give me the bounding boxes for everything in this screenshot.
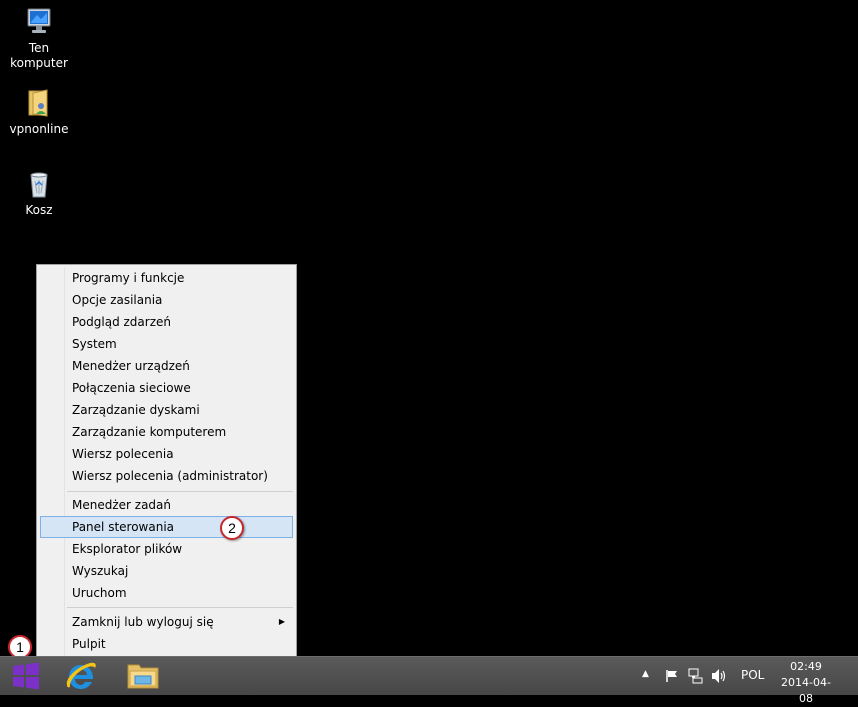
- menu-item-system[interactable]: System: [40, 333, 293, 355]
- menu-item-label: System: [72, 337, 117, 351]
- menu-item-event-viewer[interactable]: Podgląd zdarzeń: [40, 311, 293, 333]
- action-center-button[interactable]: [664, 657, 680, 695]
- menu-item-run[interactable]: Uruchom: [40, 582, 293, 604]
- menu-item-task-manager[interactable]: Menedżer zadań: [40, 494, 293, 516]
- menu-item-label: Połączenia sieciowe: [72, 381, 191, 395]
- volume-button[interactable]: [710, 657, 728, 695]
- start-icon: [13, 662, 39, 690]
- chevron-up-icon: ▲: [642, 669, 649, 679]
- menu-item-programs-features[interactable]: Programy i funkcje: [40, 267, 293, 289]
- desktop-icon-label: vpnonline: [9, 122, 69, 136]
- menu-separator: [67, 491, 293, 492]
- menu-item-search[interactable]: Wyszukaj: [40, 560, 293, 582]
- menu-separator: [67, 607, 293, 608]
- start-button[interactable]: [0, 657, 52, 695]
- menu-item-label: Uruchom: [72, 586, 127, 600]
- menu-item-label: Zarządzanie komputerem: [72, 425, 227, 439]
- menu-item-label: Zamknij lub wyloguj się: [72, 615, 214, 629]
- menu-item-label: Pulpit: [72, 637, 106, 651]
- speaker-icon: [712, 669, 726, 683]
- desktop-icon-vpnonline[interactable]: vpnonline: [1, 87, 77, 137]
- taskbar: ▲ POL 02:49 2014-04-08: [0, 656, 858, 705]
- menu-item-label: Programy i funkcje: [72, 271, 185, 285]
- menu-item-command-prompt[interactable]: Wiersz polecenia: [40, 443, 293, 465]
- menu-item-label: Opcje zasilania: [72, 293, 163, 307]
- winx-context-menu: Programy i funkcje Opcje zasilania Podgl…: [36, 264, 297, 659]
- network-button[interactable]: [686, 657, 704, 695]
- menu-item-computer-management[interactable]: Zarządzanie komputerem: [40, 421, 293, 443]
- recycle-bin-icon: [30, 172, 48, 198]
- network-icon: [688, 668, 703, 684]
- menu-item-disk-management[interactable]: Zarządzanie dyskami: [40, 399, 293, 421]
- menu-item-device-manager[interactable]: Menedżer urządzeń: [40, 355, 293, 377]
- menu-item-label: Wyszukaj: [72, 564, 129, 578]
- menu-item-desktop[interactable]: Pulpit: [40, 633, 293, 655]
- taskbar-internet-explorer[interactable]: [56, 657, 106, 695]
- menu-item-network-connections[interactable]: Połączenia sieciowe: [40, 377, 293, 399]
- menu-item-label: Wiersz polecenia: [72, 447, 174, 461]
- desktop-icon-label: Kosz: [25, 203, 53, 217]
- clock-time: 02:49: [790, 660, 822, 673]
- menu-item-control-panel[interactable]: Panel sterowania: [40, 516, 293, 538]
- desktop-icon-label: komputer: [10, 56, 68, 70]
- menu-item-command-prompt-admin[interactable]: Wiersz polecenia (administrator): [40, 465, 293, 487]
- menu-item-power-options[interactable]: Opcje zasilania: [40, 289, 293, 311]
- menu-item-label: Zarządzanie dyskami: [72, 403, 200, 417]
- menu-item-label: Eksplorator plików: [72, 542, 183, 556]
- input-language-indicator[interactable]: POL: [741, 668, 764, 682]
- taskbar-file-explorer[interactable]: [118, 657, 168, 695]
- menu-item-label: Podgląd zdarzeń: [72, 315, 171, 329]
- desktop-icon-this-pc[interactable]: Ten komputer: [1, 6, 77, 71]
- computer-icon: [27, 8, 51, 33]
- desktop-icon-label: Ten: [28, 41, 50, 55]
- desktop-icon-recycle-bin[interactable]: Kosz: [1, 168, 77, 218]
- callout-badge-2: 2: [220, 516, 244, 540]
- file-explorer-icon: [127, 664, 159, 689]
- menu-item-label: Menedżer urządzeń: [72, 359, 190, 373]
- internet-explorer-icon: [66, 662, 96, 689]
- clock[interactable]: 02:49 2014-04-08: [776, 659, 836, 707]
- menu-item-label: Wiersz polecenia (administrator): [72, 469, 268, 483]
- menu-item-file-explorer[interactable]: Eksplorator plików: [40, 538, 293, 560]
- folder-user-icon: [28, 89, 48, 117]
- menu-item-label: Menedżer zadań: [72, 498, 171, 512]
- menu-item-label: Panel sterowania: [72, 520, 174, 534]
- show-hidden-icons-button[interactable]: ▲: [640, 657, 652, 695]
- submenu-arrow-icon: ▶: [278, 617, 285, 626]
- menu-item-shutdown-signout[interactable]: Zamknij lub wyloguj się ▶: [40, 611, 293, 633]
- flag-icon: [666, 670, 677, 682]
- clock-date: 2014-04-08: [781, 676, 831, 705]
